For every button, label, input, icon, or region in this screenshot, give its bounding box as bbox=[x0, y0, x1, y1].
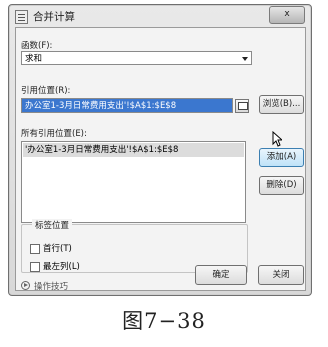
ok-button[interactable]: 确定 bbox=[195, 265, 247, 285]
dropdown-arrow-icon bbox=[242, 57, 248, 61]
function-value: 求和 bbox=[25, 54, 43, 64]
top-row-checkbox[interactable] bbox=[30, 244, 40, 254]
all-references-list[interactable]: '办公室1-3月日常费用支出'!$A$1:$E$8 bbox=[21, 141, 246, 223]
title-bar: 合并计算 x bbox=[9, 5, 311, 27]
all-references-label: 所有引用位置(E): bbox=[21, 129, 87, 139]
dialog-title: 合并计算 bbox=[33, 11, 75, 23]
left-column-checkbox[interactable] bbox=[30, 262, 40, 272]
figure-caption: 图7−38 bbox=[122, 309, 206, 333]
mouse-pointer-icon bbox=[272, 131, 282, 147]
top-row-label: 首行(T) bbox=[43, 244, 72, 254]
app-icon bbox=[15, 10, 28, 24]
function-label: 函数(F): bbox=[21, 41, 53, 51]
left-column-label: 最左列(L) bbox=[43, 262, 80, 272]
reference-input[interactable]: 办公室1-3月日常费用支出'!$A$1:$E$8 bbox=[21, 98, 233, 113]
close-window-button[interactable]: x bbox=[269, 6, 305, 24]
delete-button[interactable]: 删除(D) bbox=[259, 176, 304, 195]
add-button[interactable]: 添加(A) bbox=[259, 148, 304, 167]
close-button[interactable]: 关闭 bbox=[258, 265, 304, 285]
label-position-legend: 标签位置 bbox=[32, 219, 73, 231]
list-item[interactable]: '办公室1-3月日常费用支出'!$A$1:$E$8 bbox=[23, 143, 244, 157]
play-circle-icon bbox=[21, 281, 30, 290]
dialog-body: 函数(F): 求和 引用位置(R): 办公室1-3月日常费用支出'!$A$1:$… bbox=[15, 27, 306, 292]
reference-label: 引用位置(R): bbox=[21, 86, 71, 96]
consolidate-dialog: 合并计算 x 函数(F): 求和 引用位置(R): 办公室1-3月日常费用支出'… bbox=[8, 4, 312, 296]
function-dropdown[interactable]: 求和 bbox=[21, 51, 252, 65]
figure: 合并计算 x 函数(F): 求和 引用位置(R): 办公室1-3月日常费用支出'… bbox=[0, 0, 328, 347]
tips-label: 操作技巧 bbox=[34, 282, 69, 292]
browse-button[interactable]: 浏览(B)... bbox=[259, 95, 304, 114]
collapse-dialog-icon[interactable] bbox=[235, 99, 249, 113]
